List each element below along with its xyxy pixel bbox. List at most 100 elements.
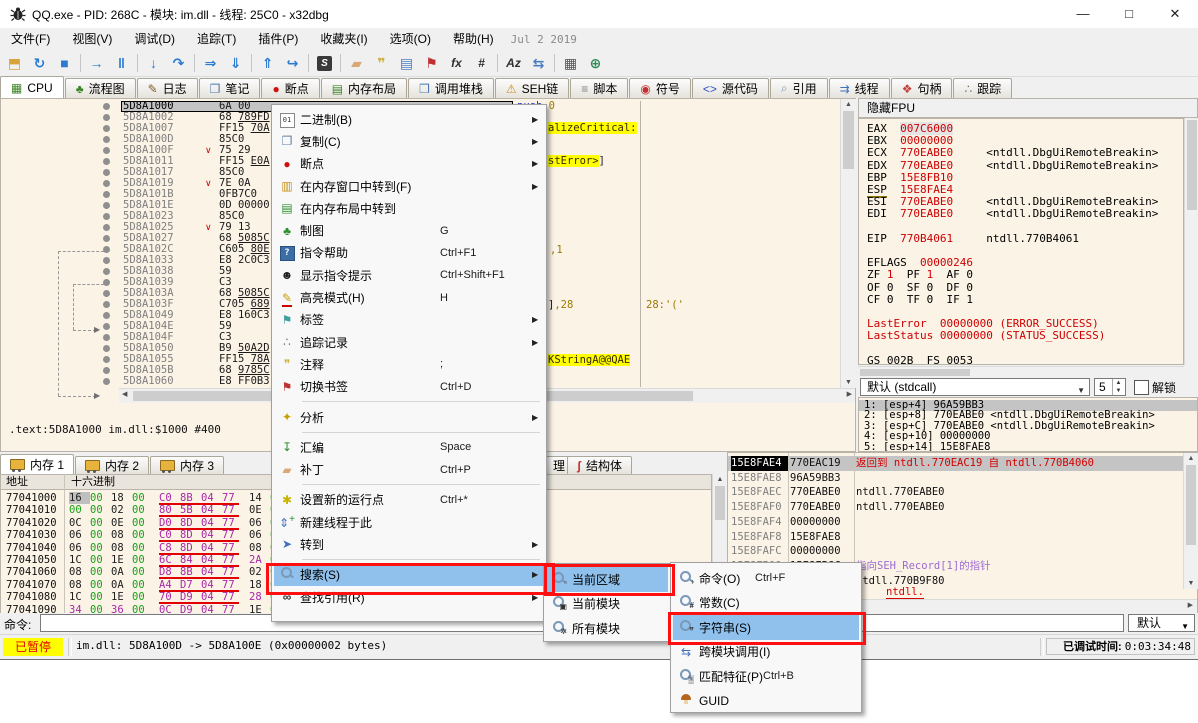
intermodule-calls-icon[interactable]: ⇆ [526,52,551,74]
dump-byte[interactable]: 0E [111,517,132,529]
registers-hscroll-thumb[interactable] [860,369,970,376]
breakpoint-dot[interactable] [103,279,110,286]
breakpoint-dot[interactable] [103,103,110,110]
globe-icon[interactable]: ⊕ [583,52,608,74]
dump-byte[interactable]: D0 [159,517,180,529]
dump-byte[interactable]: 00 [90,579,111,591]
dump-byte[interactable]: 00 [132,566,153,578]
breakpoint-dot[interactable] [103,378,110,385]
stack-row[interactable]: 15E8FAFC00000000 [728,544,1183,559]
dump-tab[interactable]: 内存 1 [0,454,74,474]
dump-byte[interactable]: 77 [222,529,243,541]
breakpoint-dot[interactable] [103,169,110,176]
tab-symbols[interactable]: ◉符号 [629,78,691,98]
breakpoint-dot[interactable] [103,180,110,187]
dump-byte[interactable]: 0E [249,504,270,516]
tab-handles[interactable]: ❖句柄 [891,78,953,98]
menu-item[interactable]: ⇕+新建线程于此 [274,511,544,533]
dump-byte[interactable]: D7 [180,579,201,591]
dump-byte[interactable]: 00 [132,542,153,554]
registers-vscroll-thumb[interactable] [1187,120,1197,210]
menubar-item[interactable]: 文件(F) [0,28,61,50]
dump-byte[interactable]: 00 [90,492,111,504]
menu-item[interactable]: ✲所有模块▶ [546,616,668,641]
dump-byte[interactable]: 1E [111,554,132,566]
patch-icon[interactable]: ▰ [344,52,369,74]
argument-depth-spinner[interactable]: 5 ▲ ▼ [1094,378,1126,396]
breakpoint-dot[interactable] [103,246,110,253]
stack-vscrollbar[interactable]: ▲ ▼ [1183,453,1198,589]
dump-byte[interactable]: 04 [201,554,222,566]
dump-byte[interactable]: 00 [90,504,111,516]
dump-byte[interactable]: 04 [201,529,222,541]
breakpoint-dot[interactable] [103,301,110,308]
scroll-down-arrow[interactable]: ▼ [841,379,856,386]
stop-icon[interactable]: ■ [52,52,77,74]
dump-byte[interactable]: 00 [132,492,153,504]
dump-byte[interactable]: 1C [69,554,90,566]
dump-byte[interactable]: C0 [159,529,180,541]
dump-byte[interactable]: 80 [159,504,180,516]
dump-byte[interactable]: 00 [132,504,153,516]
menu-item[interactable]: ›命令(O)Ctrl+F [673,566,859,591]
dump-byte[interactable]: 8D [180,529,201,541]
dump-byte[interactable]: 18 [249,579,270,591]
menu-item[interactable]: ⇆跨模块调用(I) [673,640,859,665]
menu-item[interactable]: ✦分析▶ [274,406,544,428]
dump-byte[interactable]: 08 [249,542,270,554]
dump-byte[interactable]: 8B [180,492,201,504]
dump-byte[interactable]: 08 [111,529,132,541]
dump-byte[interactable]: 77 [222,554,243,566]
stack-scroll-up-arrow[interactable]: ▲ [1184,455,1198,462]
dump-byte[interactable]: 18 [111,492,132,504]
scroll-up-arrow[interactable]: ▲ [841,101,856,108]
menu-item[interactable]: ❞字符串(S) [673,615,859,640]
dump-byte[interactable]: 08 [69,579,90,591]
tab-log[interactable]: ✎日志 [137,78,198,98]
breakpoint-dot[interactable] [103,323,110,330]
dump-byte[interactable]: 0A [111,566,132,578]
dump-byte[interactable]: 04 [201,492,222,504]
dump-byte[interactable]: 02 [249,566,270,578]
menu-item[interactable]: ✱设置新的运行点Ctrl+* [274,489,544,511]
dump-byte[interactable]: 0A [111,579,132,591]
dump-byte[interactable]: 00 [132,591,153,603]
tab-source[interactable]: <>源代码 [692,78,769,98]
registers-view[interactable]: EAX 007C6000EBX 00000000ECX 770EABE0 <nt… [858,118,1184,365]
stack-vscroll-thumb[interactable] [1186,465,1196,545]
breakpoint-dot[interactable] [103,213,110,220]
dump-byte[interactable]: 77 [222,517,243,529]
menu-item[interactable]: ⚑标签▶ [274,309,544,331]
dump-byte[interactable]: 77 [222,492,243,504]
dump-byte[interactable]: 04 [201,517,222,529]
dump-byte[interactable]: 04 [201,504,222,516]
menubar-item[interactable]: 追踪(T) [186,28,247,50]
menu-item[interactable]: ▥在内存窗口中转到(F)▶ [274,175,544,197]
maximize-button[interactable]: □ [1106,0,1152,28]
dump-byte[interactable]: 00 [90,554,111,566]
register-line[interactable]: EDI 770EABE0 <ntdll.DbgUiRemoteBreakin> [867,208,1158,220]
spinner-up-icon[interactable]: ▲ [1112,379,1124,387]
dump-byte[interactable]: 00 [90,542,111,554]
menu-item[interactable]: ▣当前模块▶ [546,592,668,617]
dump-byte[interactable]: 8D [180,517,201,529]
dump-byte[interactable]: C8 [159,542,180,554]
dump-tab[interactable]: 内存 3 [150,456,224,474]
close-button[interactable]: ✕ [1152,0,1198,28]
register-line[interactable]: CF 0 TF 0 IF 1 [867,294,973,306]
dump-byte[interactable]: 00 [90,566,111,578]
tab-threads[interactable]: ⇉线程 [829,78,890,98]
breakpoint-dot[interactable] [103,114,110,121]
argument-row[interactable]: 5: [esp+14] 15E8FAE8 [859,442,1197,452]
breakpoint-dot[interactable] [103,136,110,143]
breakpoint-dot[interactable] [103,147,110,154]
stack-row[interactable]: 15E8FAE4770EAC19返回到 ntdll.770EAC19 自 ntd… [728,456,1183,471]
disasm-vscrollbar[interactable]: ▲ ▼ [840,99,856,388]
dump-byte[interactable]: 16 [69,492,90,504]
dump-byte[interactable]: 04 [201,579,222,591]
dump-vscroll-thumb[interactable] [715,486,725,520]
dump-byte[interactable]: 1E [111,591,132,603]
breakpoint-dot[interactable] [103,367,110,374]
menu-item[interactable]: ☻显示指令提示Ctrl+Shift+F1 [274,264,544,286]
dump-byte[interactable]: 8B [180,566,201,578]
